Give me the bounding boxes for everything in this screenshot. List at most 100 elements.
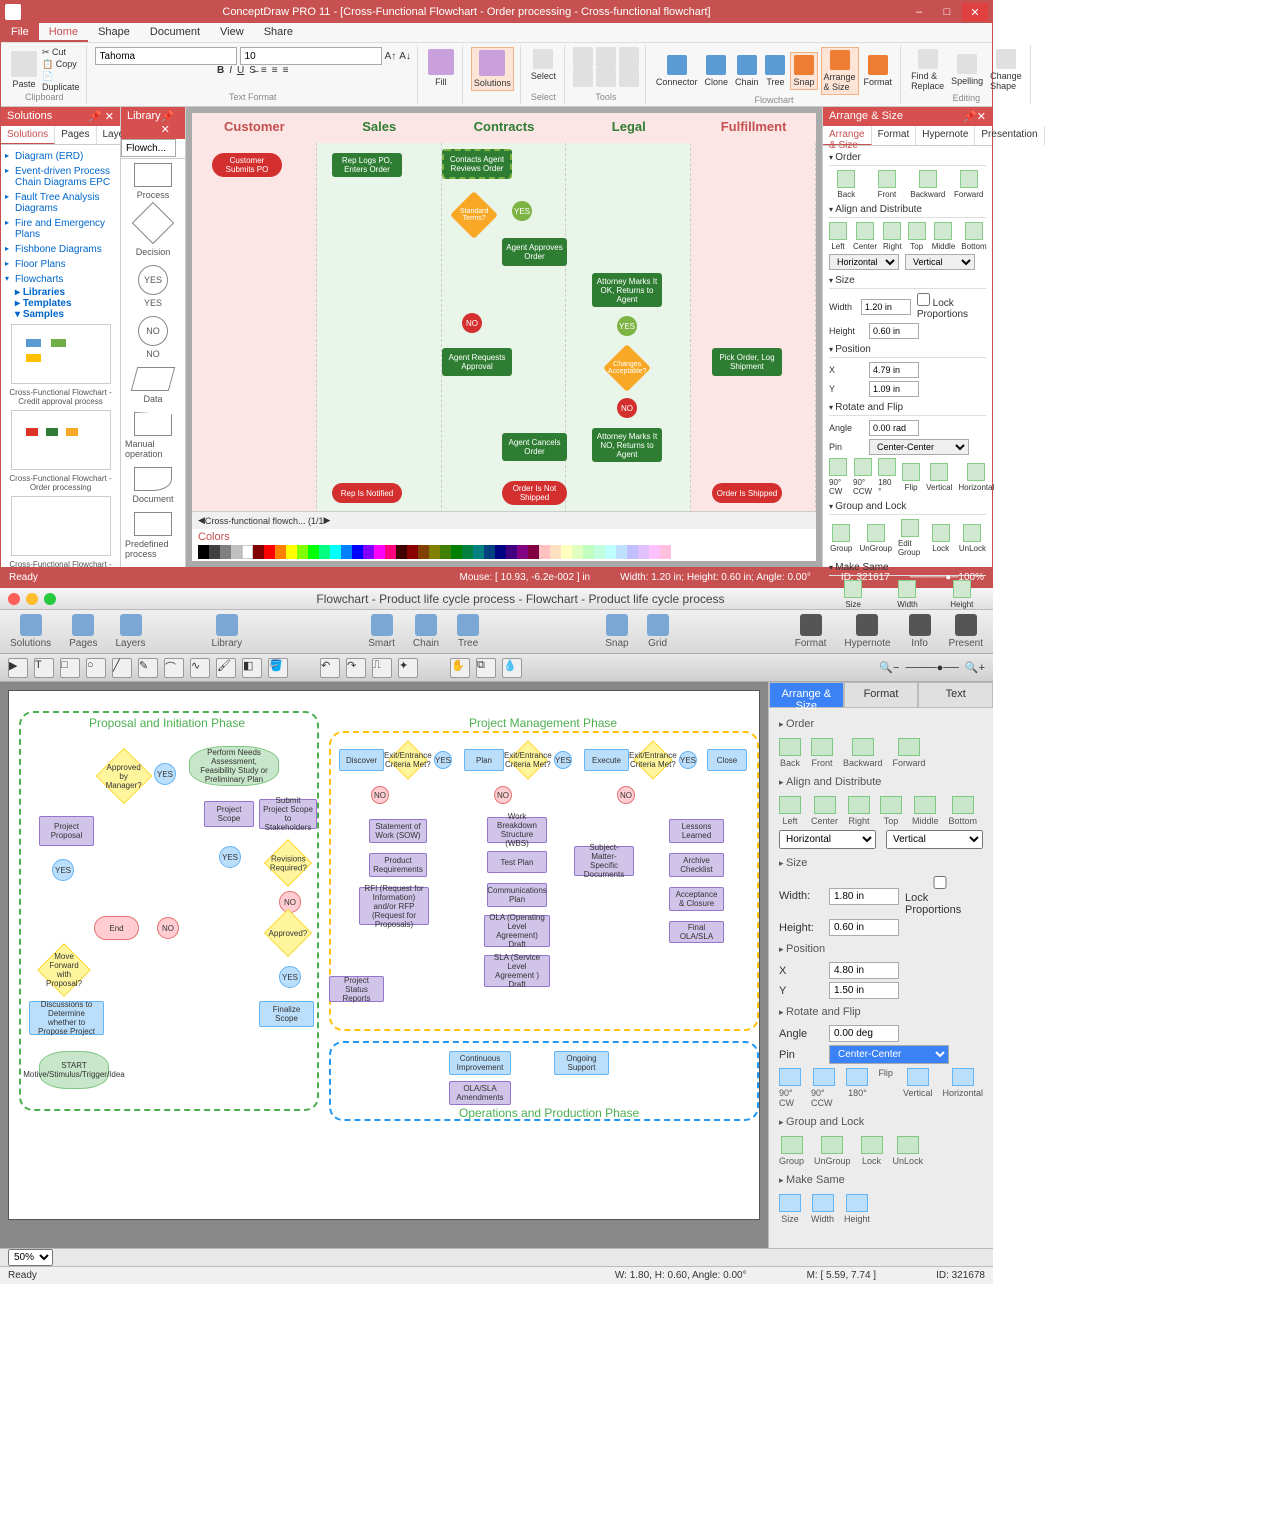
shape-no[interactable]: NO [279, 891, 301, 913]
align-right-button[interactable]: Right [848, 796, 870, 826]
ellipse-tool[interactable]: ○ [86, 658, 106, 678]
lock-button[interactable]: Lock [861, 1136, 883, 1166]
menu-document[interactable]: Document [140, 23, 210, 42]
width-input[interactable] [861, 299, 911, 315]
shape-sow[interactable]: Statement of Work (SOW) [369, 819, 427, 843]
tree-item-flowcharts[interactable]: Flowcharts [5, 272, 116, 287]
tree-item[interactable]: Floor Plans [5, 257, 116, 272]
shape-plan[interactable]: Plan [464, 749, 504, 771]
align-middle-button[interactable]: Middle [912, 796, 939, 826]
shape-close[interactable]: Close [707, 749, 747, 771]
width-input[interactable] [829, 888, 899, 905]
lib-shape-document[interactable]: Document [125, 467, 181, 504]
tree-item[interactable]: Event-driven Process Chain Diagrams EPC [5, 164, 116, 190]
menu-view[interactable]: View [210, 23, 254, 42]
shape-cont-imp[interactable]: Continuous Improvement [449, 1051, 511, 1075]
shape-rep-notified[interactable]: Rep Is Notified [332, 483, 402, 503]
eraser-tool[interactable]: ◧ [242, 658, 262, 678]
shape-sla[interactable]: SLA (Service Level Agreement ) Draft [484, 955, 550, 987]
back-button[interactable]: Back [829, 170, 864, 199]
arrange-tab[interactable]: Arrange & Size [823, 126, 872, 145]
shape-proj-scope[interactable]: Project Scope [204, 801, 254, 827]
shape-needs[interactable]: Perform Needs Assessment, Feasibility St… [189, 746, 279, 786]
shape-commplan[interactable]: Communications Plan [487, 883, 547, 907]
close-button[interactable] [8, 593, 20, 605]
group-header[interactable]: Group and Lock [779, 1112, 983, 1132]
connector-tool[interactable]: ⎍ [372, 658, 392, 678]
smart-button[interactable]: Smart [368, 614, 395, 649]
shape-end[interactable]: End [94, 916, 139, 940]
align-left-button[interactable]: Left [829, 222, 847, 251]
shape-yes[interactable]: YES [52, 859, 74, 881]
grid-button[interactable]: Grid [647, 614, 669, 649]
canvas[interactable]: Customer Sales Contracts Legal Fulfillme… [192, 113, 816, 511]
shape-shipped[interactable]: Order Is Shipped [712, 483, 782, 503]
shape-yes[interactable]: YES [617, 316, 637, 336]
shape-agent-approves[interactable]: Agent Approves Order [502, 238, 567, 266]
select-button[interactable]: Select [529, 47, 558, 83]
arrange-tab[interactable]: Arrange & Size [769, 682, 844, 708]
solutions-button[interactable]: Solutions [471, 47, 514, 91]
brush-tool[interactable]: 🖌 [216, 658, 236, 678]
shape-no[interactable]: NO [462, 313, 482, 333]
crop-tool[interactable]: ⧉ [476, 658, 496, 678]
shape-testplan[interactable]: Test Plan [487, 851, 547, 873]
backward-button[interactable]: Backward [843, 738, 883, 768]
lock-proportions[interactable]: Lock Proportions [905, 876, 949, 916]
shape-discuss[interactable]: Discussions to Determine whether to Prop… [29, 1001, 104, 1035]
change-shape-button[interactable]: Change Shape [988, 47, 1024, 93]
text-tool-icon[interactable] [619, 67, 639, 87]
fill-button[interactable]: Fill [426, 47, 456, 89]
format-tab[interactable]: Format [872, 126, 917, 145]
sample-thumb[interactable] [11, 324, 111, 384]
align-bottom-button[interactable]: Bottom [949, 796, 978, 826]
shape-agent-requests[interactable]: Agent Requests Approval [442, 348, 512, 376]
line-tool-icon[interactable] [573, 47, 593, 67]
shape-submit-scope[interactable]: Submit Project Scope to Stakeholders [259, 799, 317, 829]
tree-button[interactable]: Tree [457, 614, 479, 649]
zoom-out-icon[interactable]: 🔍− [879, 661, 899, 674]
library-button[interactable]: Library [212, 614, 243, 649]
lib-shape-no[interactable]: NONO [125, 316, 181, 359]
shape-ongoing[interactable]: Ongoing Support [554, 1051, 609, 1075]
shape-agent-cancels[interactable]: Agent Cancels Order [502, 433, 567, 461]
shape-archive[interactable]: Archive Checklist [669, 853, 724, 877]
snap-button[interactable]: Snap [605, 614, 628, 649]
panel-pin-icon[interactable]: 📌✕ [161, 110, 179, 136]
line-tool[interactable]: ╱ [112, 658, 132, 678]
underline-button[interactable]: U [237, 65, 244, 76]
zoom-in-icon[interactable]: 🔍+ [965, 661, 985, 674]
unlock-button[interactable]: UnLock [893, 1136, 924, 1166]
find-button[interactable]: Find & Replace [909, 47, 946, 93]
lib-shape-yes[interactable]: YESYES [125, 265, 181, 308]
undo-tool[interactable]: ↶ [320, 658, 340, 678]
shape-wbs[interactable]: Work Breakdown Structure (WBS) [487, 817, 547, 843]
align-middle-button[interactable]: Middle [932, 222, 956, 251]
shape-yes[interactable]: YES [434, 751, 452, 769]
shape-attorney-no[interactable]: Attorney Marks It NO, Returns to Agent [592, 428, 662, 462]
close-button[interactable]: ✕ [962, 3, 988, 21]
shape-yes[interactable]: YES [219, 846, 241, 868]
rotate-ccw-button[interactable]: 90° CCW [811, 1068, 836, 1108]
shape-rep-logs[interactable]: Rep Logs PO, Enters Order [332, 153, 402, 177]
hypernote-button[interactable]: Hypernote [844, 614, 890, 649]
pin-select[interactable]: Center-Center [869, 439, 969, 455]
shape-no[interactable]: NO [617, 786, 635, 804]
rect-tool-icon[interactable] [573, 67, 593, 87]
arc-tool-icon[interactable] [596, 47, 616, 67]
shape-yes[interactable]: YES [154, 763, 176, 785]
sample-thumb[interactable] [11, 410, 111, 470]
angle-input[interactable] [869, 420, 919, 436]
panel-pin-icon[interactable]: 📌 ✕ [88, 110, 114, 123]
editgroup-button[interactable]: Edit Group [898, 519, 922, 557]
redo-tool[interactable]: ↷ [346, 658, 366, 678]
connector-button[interactable]: Connector [654, 53, 700, 89]
tree-sub-samples[interactable]: ▾ Samples [5, 309, 116, 320]
rotate-cw-button[interactable]: 90° CW [829, 458, 847, 496]
menu-home[interactable]: Home [39, 23, 88, 42]
position-header[interactable]: Position [829, 342, 986, 358]
shape-contacts-agent[interactable]: Contacts Agent Reviews Order [442, 149, 512, 179]
lib-shape-predefined[interactable]: Predefined process [125, 512, 181, 559]
height-input[interactable] [869, 323, 919, 339]
lib-shape-manual[interactable]: Manual operation [125, 412, 181, 459]
